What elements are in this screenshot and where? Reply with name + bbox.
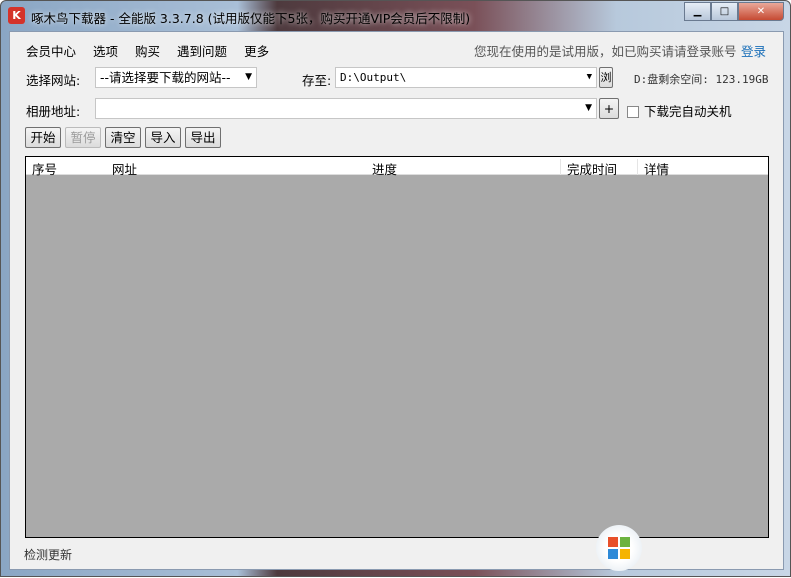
column-index[interactable]: 序号 xyxy=(26,159,57,177)
menu-member-center[interactable]: 会员中心 xyxy=(26,44,76,59)
browse-button[interactable]: 浏 xyxy=(599,67,613,88)
menu-buy[interactable]: 购买 xyxy=(135,44,160,59)
column-finish-time[interactable]: 完成时间 xyxy=(560,159,617,177)
auto-shutdown-checkbox[interactable]: 下载完自动关机 xyxy=(627,101,732,120)
menu-options[interactable]: 选项 xyxy=(93,44,118,59)
chevron-down-icon: ▼ xyxy=(586,72,592,82)
chevron-down-icon: ▼ xyxy=(585,103,592,113)
site-select[interactable]: --请选择要下载的网站-- ▼ xyxy=(95,67,257,88)
column-url[interactable]: 网址 xyxy=(106,159,137,177)
free-space-text: D:盘剩余空间: 123.19GB xyxy=(634,73,769,86)
start-button[interactable]: 开始 xyxy=(25,127,61,148)
windows-logo-icon xyxy=(596,525,642,571)
pause-button[interactable]: 暂停 xyxy=(65,127,101,148)
album-label: 相册地址: xyxy=(26,104,81,119)
save-path-select[interactable]: D:\Output\ ▼ xyxy=(335,67,597,88)
menu-bar: 会员中心 选项 购买 遇到问题 更多 xyxy=(26,41,286,60)
maximize-button[interactable]: □ xyxy=(711,2,738,21)
watermark-logo xyxy=(596,521,791,578)
add-url-button[interactable]: + xyxy=(599,98,619,119)
window-title: 啄木鸟下载器 - 全能版 3.3.7.8 (试用版仅能下5张，购买开通VIP会员… xyxy=(31,11,471,26)
site-select-value: --请选择要下载的网站-- xyxy=(100,70,231,85)
auto-shutdown-label: 下载完自动关机 xyxy=(644,104,732,119)
title-bar: K 啄木鸟下载器 - 全能版 3.3.7.8 (试用版仅能下5张，购买开通VIP… xyxy=(1,1,790,31)
check-update-link[interactable]: 检测更新 xyxy=(24,546,72,563)
site-label: 选择网站: xyxy=(26,73,81,88)
album-url-input[interactable]: ▼ xyxy=(95,98,597,119)
trial-notice: 您现在使用的是试用版，如已购买请请登录账号 xyxy=(474,44,737,59)
menu-problems[interactable]: 遇到问题 xyxy=(177,44,227,59)
login-link[interactable]: 登录 xyxy=(741,41,766,60)
clear-button[interactable]: 清空 xyxy=(105,127,141,148)
download-list[interactable]: 序号 网址 进度 完成时间 详情 xyxy=(25,156,769,538)
save-label: 存至: xyxy=(302,73,332,88)
menu-more[interactable]: 更多 xyxy=(244,44,269,59)
checkbox-box[interactable] xyxy=(627,106,639,118)
app-window: K 啄木鸟下载器 - 全能版 3.3.7.8 (试用版仅能下5张，购买开通VIP… xyxy=(0,0,791,577)
minimize-button[interactable]: ▁ xyxy=(684,2,711,21)
import-button[interactable]: 导入 xyxy=(145,127,181,148)
app-logo-icon: K xyxy=(8,7,25,24)
close-button[interactable]: ✕ xyxy=(738,2,784,21)
column-progress[interactable]: 进度 xyxy=(366,159,397,177)
export-button[interactable]: 导出 xyxy=(185,127,221,148)
client-area: 会员中心 选项 购买 遇到问题 更多 您现在使用的是试用版，如已购买请请登录账号 登录 … xyxy=(9,31,784,570)
column-details[interactable]: 详情 xyxy=(637,159,669,177)
list-header: 序号 网址 进度 完成时间 详情 xyxy=(26,157,768,177)
chevron-down-icon: ▼ xyxy=(245,72,252,82)
save-path-value: D:\Output\ xyxy=(340,71,407,84)
